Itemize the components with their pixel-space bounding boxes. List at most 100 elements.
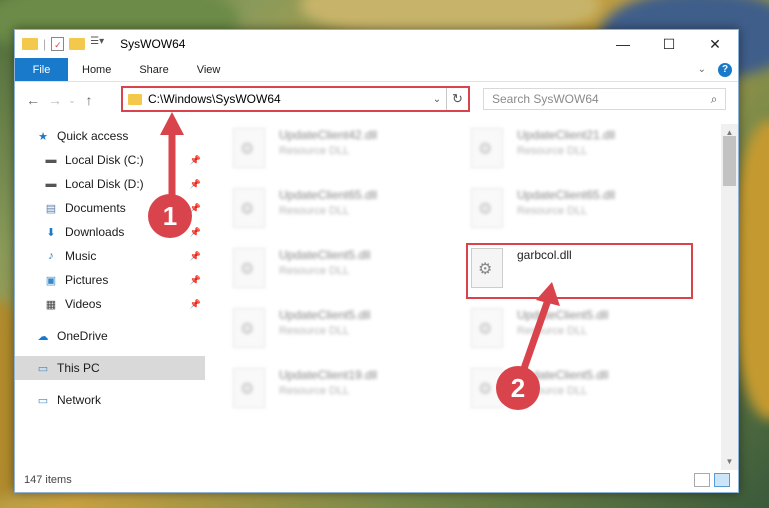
large-icons-view-icon[interactable] [714, 473, 730, 487]
file-type: Resource DLL [279, 205, 350, 217]
star-icon: ★ [38, 130, 48, 143]
computer-icon: ▭ [37, 362, 49, 375]
file-name: UpdateClient19.dll [279, 368, 378, 382]
address-history-chevron-icon[interactable]: ⌄ [428, 94, 446, 105]
quick-access-toolbar: | ✓ ☰▾ [15, 36, 110, 52]
address-bar[interactable]: C:\Windows\SysWOW64 ⌄ ↻ [121, 86, 470, 112]
recent-locations-chevron-icon[interactable]: ⌄ [66, 89, 78, 111]
close-button[interactable]: ✕ [692, 30, 738, 58]
back-arrow-icon[interactable]: ← [22, 89, 44, 111]
window-title: SysWOW64 [120, 37, 186, 51]
file-name: UpdateClient65.dll [517, 188, 616, 202]
file-type: Resource DLL [279, 325, 350, 337]
file-name: UpdateClient5.dll [279, 308, 371, 322]
sidebar-item-onedrive[interactable]: ☁ OneDrive [15, 324, 205, 348]
sidebar-item-label: Local Disk (D:) [65, 177, 144, 191]
properties-icon[interactable]: ✓ [51, 37, 65, 51]
sidebar-item-music[interactable]: ♪ Music 📌 [15, 244, 205, 268]
sidebar-item-quick-access[interactable]: ★ Quick access [15, 124, 205, 148]
forward-arrow-icon[interactable]: → [44, 89, 66, 111]
ribbon-tabs: File Home Share View ⌄ ? [15, 58, 738, 82]
sidebar-item-label: This PC [57, 361, 100, 375]
sidebar-item-this-pc[interactable]: ▭ This PC [15, 356, 205, 380]
folder-icon [128, 93, 142, 105]
maximize-button[interactable]: ☐ [646, 30, 692, 58]
cloud-icon: ☁ [37, 330, 49, 343]
music-icon: ♪ [48, 250, 54, 262]
expand-ribbon-chevron-icon[interactable]: ⌄ [698, 64, 706, 75]
tab-home[interactable]: Home [68, 58, 125, 81]
sidebar-item-pictures[interactable]: ▣ Pictures 📌 [15, 268, 205, 292]
window-controls: — ☐ ✕ [600, 30, 738, 58]
sidebar-item-local-disk-c[interactable]: ▬ Local Disk (C:) 📌 [15, 148, 205, 172]
vertical-scrollbar[interactable]: ▲ ▼ [721, 124, 738, 470]
sidebar-item-label: Videos [65, 297, 102, 311]
dll-file-icon [471, 188, 503, 228]
file-name: UpdateClient5.dll [279, 248, 371, 262]
file-item[interactable]: UpdateClient42.dll Resource DLL [233, 128, 433, 174]
sidebar-item-network[interactable]: ▭ Network [15, 388, 205, 412]
file-name: UpdateClient42.dll [279, 128, 378, 142]
folder-icon [22, 38, 38, 50]
file-item[interactable]: UpdateClient65.dll Resource DLL [471, 188, 671, 234]
dll-file-icon [233, 368, 265, 408]
dll-file-icon [471, 128, 503, 168]
help-icon[interactable]: ? [718, 62, 732, 77]
file-item[interactable]: UpdateClient21.dll Resource DLL [471, 128, 671, 174]
dll-file-icon [233, 248, 265, 288]
file-item[interactable]: UpdateClient5.dll Resource DLL [471, 308, 671, 354]
callout-badge-2: 2 [496, 366, 540, 410]
tab-share[interactable]: Share [125, 58, 182, 81]
dll-file-icon [233, 308, 265, 348]
file-type: Resource DLL [279, 385, 350, 397]
pin-icon: 📌 [189, 226, 201, 237]
scroll-down-icon[interactable]: ▼ [721, 453, 738, 470]
pin-icon: 📌 [189, 274, 201, 285]
file-item[interactable]: UpdateClient5.dll Resource DLL [233, 248, 433, 294]
search-input[interactable]: Search SysWOW64 ⌕ [483, 88, 726, 110]
dll-file-icon [233, 188, 265, 228]
pictures-icon: ▣ [45, 274, 57, 287]
refresh-icon[interactable]: ↻ [446, 88, 468, 110]
callout-badge-1: 1 [148, 194, 192, 238]
documents-icon: ▤ [45, 202, 57, 215]
sidebar-item-label: Local Disk (C:) [65, 153, 144, 167]
pin-icon: 📌 [189, 250, 201, 261]
up-arrow-icon[interactable]: ↑ [78, 89, 100, 111]
videos-icon: ▦ [45, 298, 57, 311]
file-item[interactable]: UpdateClient65.dll Resource DLL [233, 188, 433, 234]
tab-file[interactable]: File [15, 58, 68, 81]
sidebar-item-label: Documents [65, 201, 126, 215]
file-item[interactable]: UpdateClient19.dll Resource DLL [233, 368, 433, 414]
disk-icon: ▬ [45, 154, 57, 166]
pin-icon: 📌 [189, 298, 201, 309]
new-folder-icon[interactable] [69, 38, 86, 50]
dll-file-icon [233, 128, 265, 168]
search-icon[interactable]: ⌕ [703, 92, 725, 107]
minimize-button[interactable]: — [600, 30, 646, 58]
customize-toolbar-icon[interactable]: ☰▾ [90, 36, 110, 52]
search-placeholder: Search SysWOW64 [492, 92, 599, 106]
ribbon-right: ⌄ ? [698, 58, 738, 81]
file-highlight-box [466, 243, 693, 299]
navigation-pane: ★ Quick access ▬ Local Disk (C:) 📌 ▬ Loc… [15, 124, 205, 464]
disk-icon: ▬ [45, 178, 57, 190]
pin-icon: 📌 [189, 154, 201, 165]
file-item[interactable]: UpdateClient5.dll Resource DLL [233, 308, 433, 354]
sidebar-item-local-disk-d[interactable]: ▬ Local Disk (D:) 📌 [15, 172, 205, 196]
dll-file-icon [471, 308, 503, 348]
address-path[interactable]: C:\Windows\SysWOW64 [148, 92, 428, 106]
scroll-thumb[interactable] [723, 136, 736, 186]
file-type: Resource DLL [279, 265, 350, 277]
item-count: 147 items [24, 474, 72, 486]
file-type: Resource DLL [517, 325, 588, 337]
pin-icon: 📌 [189, 178, 201, 189]
tab-view[interactable]: View [183, 58, 235, 81]
file-name: UpdateClient5.dll [517, 308, 609, 322]
details-view-icon[interactable] [694, 473, 710, 487]
sidebar-item-videos[interactable]: ▦ Videos 📌 [15, 292, 205, 316]
file-name: UpdateClient21.dll [517, 128, 616, 142]
